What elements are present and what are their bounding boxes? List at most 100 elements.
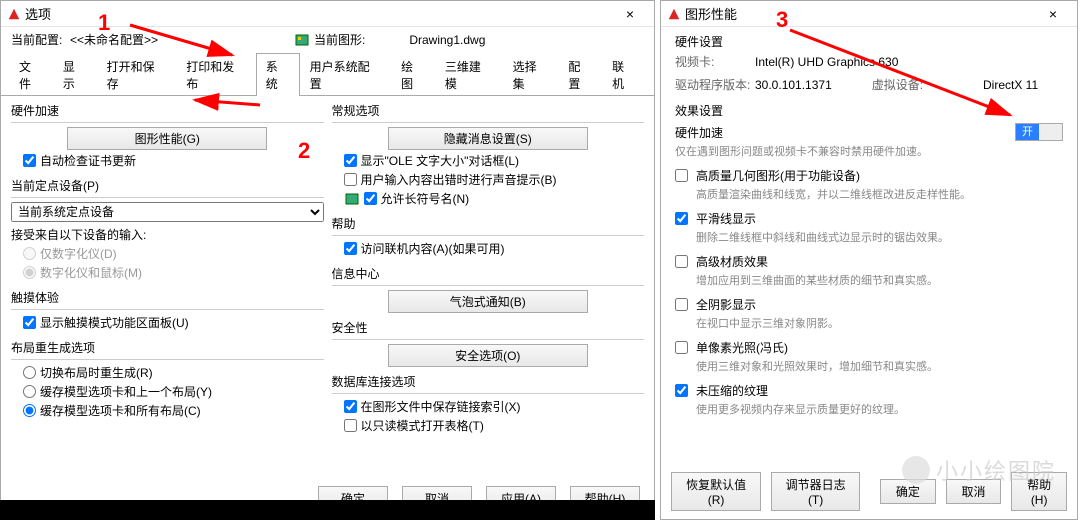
cache-model-all-radio[interactable]: [23, 404, 36, 417]
effect-option-desc-4: 使用三维对象和光照效果时，增加细节和真实感。: [696, 358, 1063, 374]
effect-option-checkbox-4[interactable]: [675, 341, 688, 354]
group-pointing-device: 当前定点设备(P) 当前系统定点设备 接受来自以下设备的输入: 仅数字化仪(D)…: [11, 177, 324, 283]
effect-option-title-2: 高级材质效果: [696, 253, 1063, 270]
tab-system[interactable]: 系统: [256, 53, 300, 96]
regen-switch-radio[interactable]: [23, 366, 36, 379]
security-options-button[interactable]: 安全选项(O): [388, 344, 588, 367]
hw-accel-toggle[interactable]: 开: [1015, 123, 1063, 141]
readonly-tables-label: 以只读模式打开表格(T): [361, 417, 484, 434]
group-general: 常规选项 隐藏消息设置(S) 显示"OLE 文字大小"对话框(L) 用户输入内容…: [332, 102, 645, 209]
graphics-performance-button[interactable]: 图形性能(G): [67, 127, 267, 150]
effect-option-title-3: 全阴影显示: [696, 296, 1063, 313]
online-content-label: 访问联机内容(A)(如果可用): [361, 240, 505, 257]
group-hw-accel: 硬件加速 图形性能(G) 自动检查证书更新: [11, 102, 324, 171]
cancel-button-right[interactable]: 取消: [946, 479, 1002, 504]
group-security: 安全性 安全选项(O): [332, 319, 645, 367]
app-logo-icon: [7, 7, 21, 21]
effect-option-checkbox-3[interactable]: [675, 298, 688, 311]
effects-options-list: 高质量几何图形(用于功能设备)高质量渲染曲线和线宽，并以二维线框改进反走样性能。…: [675, 167, 1063, 417]
drawing-flag-icon: [344, 191, 360, 207]
group-touch-title: 触摸体验: [11, 289, 324, 306]
ole-text-size-checkbox[interactable]: [344, 154, 357, 167]
effect-option-title-4: 单像素光照(冯氏): [696, 339, 1063, 356]
group-layout-regen-title: 布局重生成选项: [11, 339, 324, 356]
tab-open-save[interactable]: 打开和保存: [97, 53, 177, 96]
hidden-msg-settings-button[interactable]: 隐藏消息设置(S): [388, 127, 588, 150]
group-security-title: 安全性: [332, 319, 645, 336]
gpu-value: Intel(R) UHD Graphics 630: [755, 55, 898, 69]
cache-model-last-label: 缓存模型选项卡和上一个布局(Y): [40, 383, 212, 400]
virtual-device-value: DirectX 11: [983, 78, 1063, 92]
readonly-tables-checkbox[interactable]: [344, 419, 357, 432]
save-link-index-label: 在图形文件中保存链接索引(X): [361, 398, 521, 415]
annotation-number-3: 3: [776, 7, 788, 33]
close-button-left[interactable]: ×: [612, 4, 648, 24]
effect-option-title-5: 未压缩的纹理: [696, 382, 1063, 399]
effect-option-checkbox-0[interactable]: [675, 169, 688, 182]
cache-model-last-radio[interactable]: [23, 385, 36, 398]
annotation-number-2: 2: [298, 138, 310, 164]
auto-check-cert-checkbox[interactable]: [23, 154, 36, 167]
left-column: 硬件加速 图形性能(G) 自动检查证书更新 当前定点设备(P) 当前系统定点设备…: [11, 102, 324, 436]
touch-mode-panel-checkbox[interactable]: [23, 316, 36, 329]
ok-button-right[interactable]: 确定: [880, 479, 936, 504]
drawing-icon: [294, 32, 310, 48]
digitizer-only-radio: [23, 247, 36, 260]
long-symbol-names-checkbox[interactable]: [364, 192, 377, 205]
tab-display[interactable]: 显示: [53, 53, 97, 96]
effects-section: 效果设置 硬件加速 开 仅在遇到图形问题或视频卡不兼容时禁用硬件加速。 高质量几…: [661, 96, 1077, 431]
group-db-link-title: 数据库连接选项: [332, 373, 645, 390]
group-info-center-title: 信息中心: [332, 265, 645, 282]
restore-defaults-button[interactable]: 恢复默认值(R): [671, 472, 761, 511]
virtual-device-label: 虚拟设备:: [872, 76, 952, 93]
cache-model-all-label: 缓存模型选项卡和所有布局(C): [40, 402, 201, 419]
effect-option-checkbox-1[interactable]: [675, 212, 688, 225]
app-logo-icon: [667, 7, 681, 21]
long-symbol-names-label: 允许长符号名(N): [381, 190, 470, 207]
driver-row: 驱动程序版本: 30.0.101.1371 虚拟设备: DirectX 11: [661, 73, 1077, 96]
effect-option-desc-2: 增加应用到三维曲面的某些材质的细节和真实感。: [696, 272, 1063, 288]
footer-right: 恢复默认值(R) 调节器日志(T) 确定 取消 帮助(H): [671, 472, 1067, 511]
tuner-log-button[interactable]: 调节器日志(T): [771, 472, 860, 511]
regen-switch-label: 切换布局时重生成(R): [40, 364, 153, 381]
tab-drafting[interactable]: 绘图: [391, 53, 435, 96]
online-content-checkbox[interactable]: [344, 242, 357, 255]
hw-accel-label: 硬件加速: [675, 124, 723, 141]
auto-check-cert-label: 自动检查证书更新: [40, 152, 136, 169]
digitizer-mouse-label: 数字化仪和鼠标(M): [40, 264, 142, 281]
effect-option-1: 平滑线显示删除二维线框中斜线和曲线式边显示时的锯齿效果。: [675, 210, 1063, 245]
beep-on-error-checkbox[interactable]: [344, 173, 357, 186]
tab-online[interactable]: 联机: [602, 53, 646, 96]
graphics-performance-dialog: 图形性能 × 硬件设置 视频卡: Intel(R) UHD Graphics 6…: [660, 0, 1078, 520]
close-button-right[interactable]: ×: [1035, 4, 1071, 24]
gpu-label: 视频卡:: [675, 53, 755, 70]
tab-file[interactable]: 文件: [9, 53, 53, 96]
tab-selection[interactable]: 选择集: [503, 53, 559, 96]
dialog-title: 选项: [25, 4, 51, 23]
beep-on-error-label: 用户输入内容出错时进行声音提示(B): [361, 171, 557, 188]
right-column: 常规选项 隐藏消息设置(S) 显示"OLE 文字大小"对话框(L) 用户输入内容…: [332, 102, 645, 436]
effect-option-desc-5: 使用更多视频内存来显示质量更好的纹理。: [696, 401, 1063, 417]
group-info-center: 信息中心 气泡式通知(B): [332, 265, 645, 313]
tab-user-prefs[interactable]: 用户系统配置: [300, 53, 391, 96]
digitizer-mouse-radio: [23, 266, 36, 279]
options-dialog: 选项 × 当前配置: <<未命名配置>> 当前图形: Drawing1.dwg …: [0, 0, 655, 520]
group-touch: 触摸体验 显示触摸模式功能区面板(U): [11, 289, 324, 333]
effect-option-checkbox-2[interactable]: [675, 255, 688, 268]
effect-option-3: 全阴影显示在视口中显示三维对象阴影。: [675, 296, 1063, 331]
effect-option-0: 高质量几何图形(用于功能设备)高质量渲染曲线和线宽，并以二维线框改进反走样性能。: [675, 167, 1063, 202]
tab-print-publish[interactable]: 打印和发布: [176, 53, 256, 96]
help-button-right[interactable]: 帮助(H): [1011, 472, 1067, 511]
balloon-notify-button[interactable]: 气泡式通知(B): [388, 290, 588, 313]
tab-profiles[interactable]: 配置: [558, 53, 602, 96]
effect-option-desc-3: 在视口中显示三维对象阴影。: [696, 315, 1063, 331]
effect-option-title-1: 平滑线显示: [696, 210, 1063, 227]
save-link-index-checkbox[interactable]: [344, 400, 357, 413]
tab-body-system: 硬件加速 图形性能(G) 自动检查证书更新 当前定点设备(P) 当前系统定点设备…: [1, 96, 654, 442]
hw-section-title: 硬件设置: [661, 27, 1077, 50]
effect-option-4: 单像素光照(冯氏) 使用三维对象和光照效果时，增加细节和真实感。: [675, 339, 1063, 374]
ole-text-size-label: 显示"OLE 文字大小"对话框(L): [361, 152, 520, 169]
tab-3d-modeling[interactable]: 三维建模: [435, 53, 503, 96]
pointing-device-select[interactable]: 当前系统定点设备: [11, 202, 324, 222]
effect-option-checkbox-5[interactable]: [675, 384, 688, 397]
